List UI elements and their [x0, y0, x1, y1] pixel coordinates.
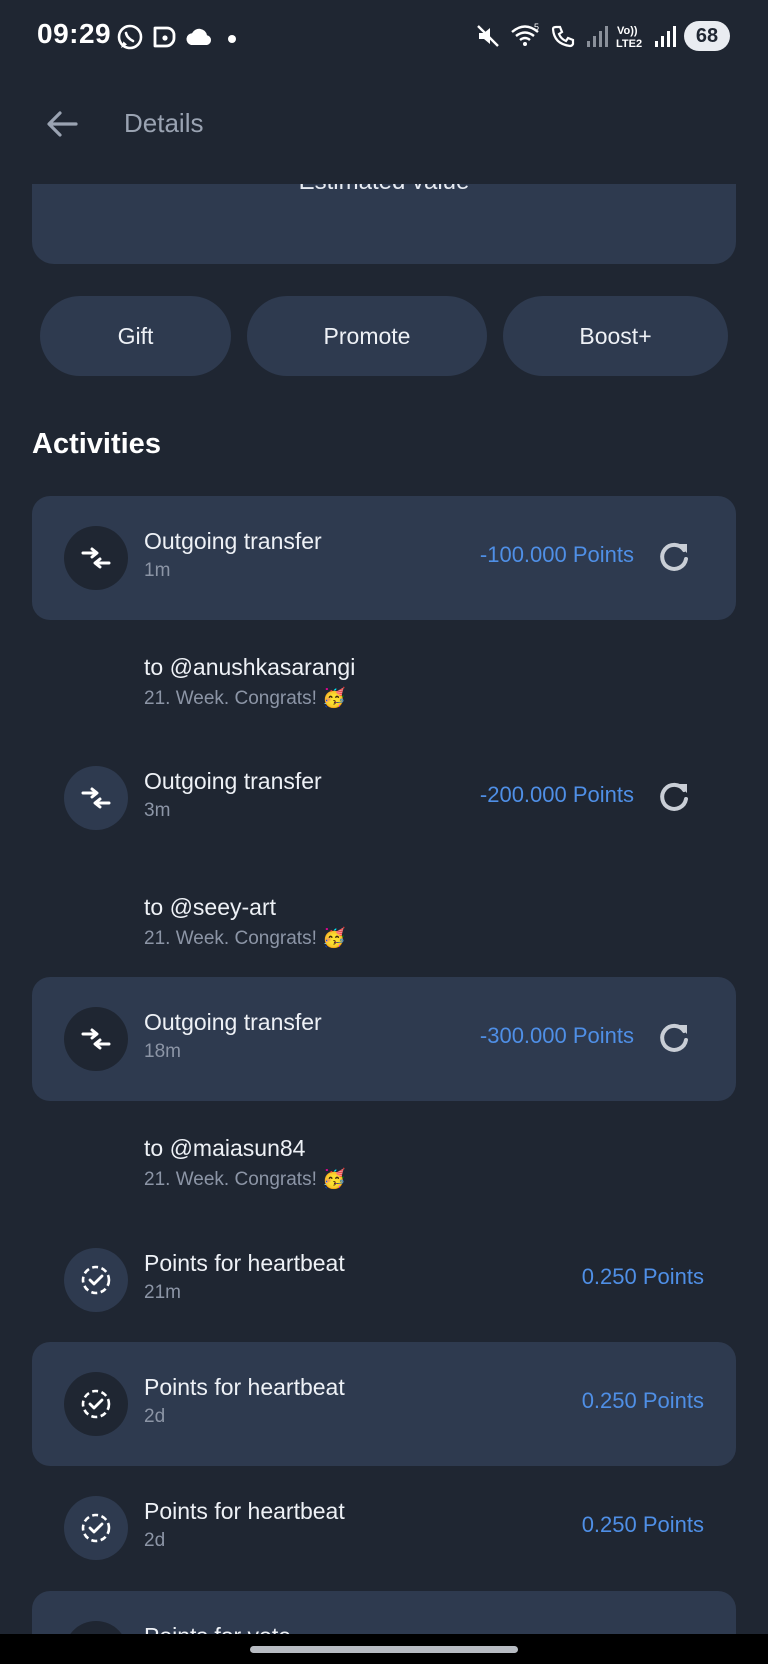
- status-time: 09:29: [37, 18, 112, 49]
- transfer-detail: to @maiasun84 21. Week. Congrats! 🥳: [144, 1135, 704, 1225]
- activity-title: Points for heartbeat: [144, 1250, 345, 1276]
- activity-item[interactable]: Points for heartbeat 2d 0.250 Points: [32, 1342, 736, 1466]
- status-left-icons: [116, 22, 240, 52]
- transfer-icon: [64, 766, 128, 830]
- activity-title: Outgoing transfer: [144, 528, 322, 554]
- whatsapp-icon: [117, 24, 143, 50]
- refresh-icon: [660, 1023, 688, 1052]
- svg-text:LTE2: LTE2: [616, 38, 642, 50]
- activity-title: Points for vote: [144, 1623, 291, 1634]
- volte-icon: Vo)) LTE2: [616, 25, 642, 50]
- transfer-icon: [64, 526, 128, 590]
- retry-button[interactable]: [654, 538, 694, 578]
- activity-time: 3m: [144, 800, 171, 821]
- activity-item[interactable]: Outgoing transfer 1m -100.000 Points: [32, 496, 736, 620]
- wifi-call-icon: [551, 25, 575, 48]
- wifi-icon: 5: [511, 22, 539, 46]
- activity-amount: -100.000 Points: [479, 542, 634, 567]
- estimated-value-label: Estimated value: [32, 184, 736, 196]
- activity-amount: 0.250 Points: [581, 1512, 704, 1537]
- details-content[interactable]: Estimated value Gift Promote Boost+ Acti…: [0, 184, 768, 1634]
- activity-item[interactable]: Points for vote: [32, 1591, 736, 1634]
- signal-icon: [655, 26, 676, 47]
- dot-icon: [228, 35, 236, 43]
- gift-button[interactable]: Gift: [40, 296, 231, 376]
- activity-amount: -200.000 Points: [479, 782, 634, 807]
- promote-button[interactable]: Promote: [247, 296, 487, 376]
- activity-item[interactable]: Outgoing transfer 3m -200.000 Points: [32, 736, 736, 860]
- heartbeat-check-icon: [64, 1248, 128, 1312]
- refresh-icon: [660, 542, 688, 571]
- battery-indicator: 68: [684, 21, 730, 51]
- activity-time: 1m: [144, 560, 171, 581]
- heartbeat-check-icon: [64, 1372, 128, 1436]
- activity-item[interactable]: Outgoing transfer 18m -300.000 Points: [32, 977, 736, 1101]
- svg-text:5: 5: [534, 22, 539, 32]
- vote-icon: [64, 1621, 128, 1634]
- back-arrow-icon: [47, 111, 78, 137]
- activity-amount: 0.250 Points: [581, 1264, 704, 1289]
- activity-title: Points for heartbeat: [144, 1498, 345, 1524]
- signal-icon: [587, 26, 608, 47]
- status-right-icons: 5 Vo)) LTE2 68: [474, 20, 730, 52]
- screen: 09:29 5 Vo)) LTE2 68 Details Gift Promot…: [0, 0, 768, 1664]
- transfer-detail: to @anushkasarangi 21. Week. Congrats! 🥳: [144, 654, 704, 744]
- transfer-recipient: to @seey-art: [144, 894, 277, 920]
- page-title: Details: [124, 108, 204, 138]
- transfer-recipient: to @maiasun84: [144, 1135, 306, 1161]
- action-buttons: Gift Promote Boost+: [0, 296, 768, 376]
- estimated-value-card: Estimated value: [32, 184, 736, 264]
- retry-button[interactable]: [654, 778, 694, 818]
- back-button[interactable]: [40, 102, 84, 146]
- svg-text:Vo)): Vo)): [617, 25, 638, 37]
- refresh-icon: [660, 782, 688, 811]
- system-navigation-bar: [0, 1634, 768, 1664]
- activity-amount: 0.250 Points: [581, 1388, 704, 1413]
- activity-time: 2d: [144, 1530, 166, 1551]
- activity-time: 18m: [144, 1041, 181, 1062]
- transfer-message: 21. Week. Congrats! 🥳: [144, 928, 346, 949]
- cloud-icon: [186, 28, 212, 45]
- activity-amount: -300.000 Points: [479, 1023, 634, 1048]
- home-gesture-handle[interactable]: [250, 1646, 518, 1653]
- activity-time: 21m: [144, 1282, 181, 1303]
- mute-icon: [477, 25, 499, 47]
- activities-heading: Activities: [32, 428, 161, 460]
- transfer-detail: to @seey-art 21. Week. Congrats! 🥳: [144, 894, 704, 984]
- retry-button[interactable]: [654, 1019, 694, 1059]
- transfer-message: 21. Week. Congrats! 🥳: [144, 1169, 346, 1190]
- transfer-recipient: to @anushkasarangi: [144, 654, 356, 680]
- transfer-message: 21. Week. Congrats! 🥳: [144, 688, 346, 709]
- activity-item[interactable]: Points for heartbeat 2d 0.250 Points: [32, 1466, 736, 1590]
- activity-title: Points for heartbeat: [144, 1374, 345, 1400]
- status-bar: 09:29 5 Vo)) LTE2 68: [0, 0, 768, 72]
- heartbeat-check-icon: [64, 1496, 128, 1560]
- activity-title: Outgoing transfer: [144, 1009, 322, 1035]
- app-bar: Details: [0, 88, 768, 160]
- boost-button[interactable]: Boost+: [503, 296, 728, 376]
- chat-icon: [153, 26, 176, 48]
- activity-title: Outgoing transfer: [144, 768, 322, 794]
- activity-time: 2d: [144, 1406, 166, 1427]
- transfer-icon: [64, 1007, 128, 1071]
- activity-item[interactable]: Points for heartbeat 21m 0.250 Points: [32, 1218, 736, 1342]
